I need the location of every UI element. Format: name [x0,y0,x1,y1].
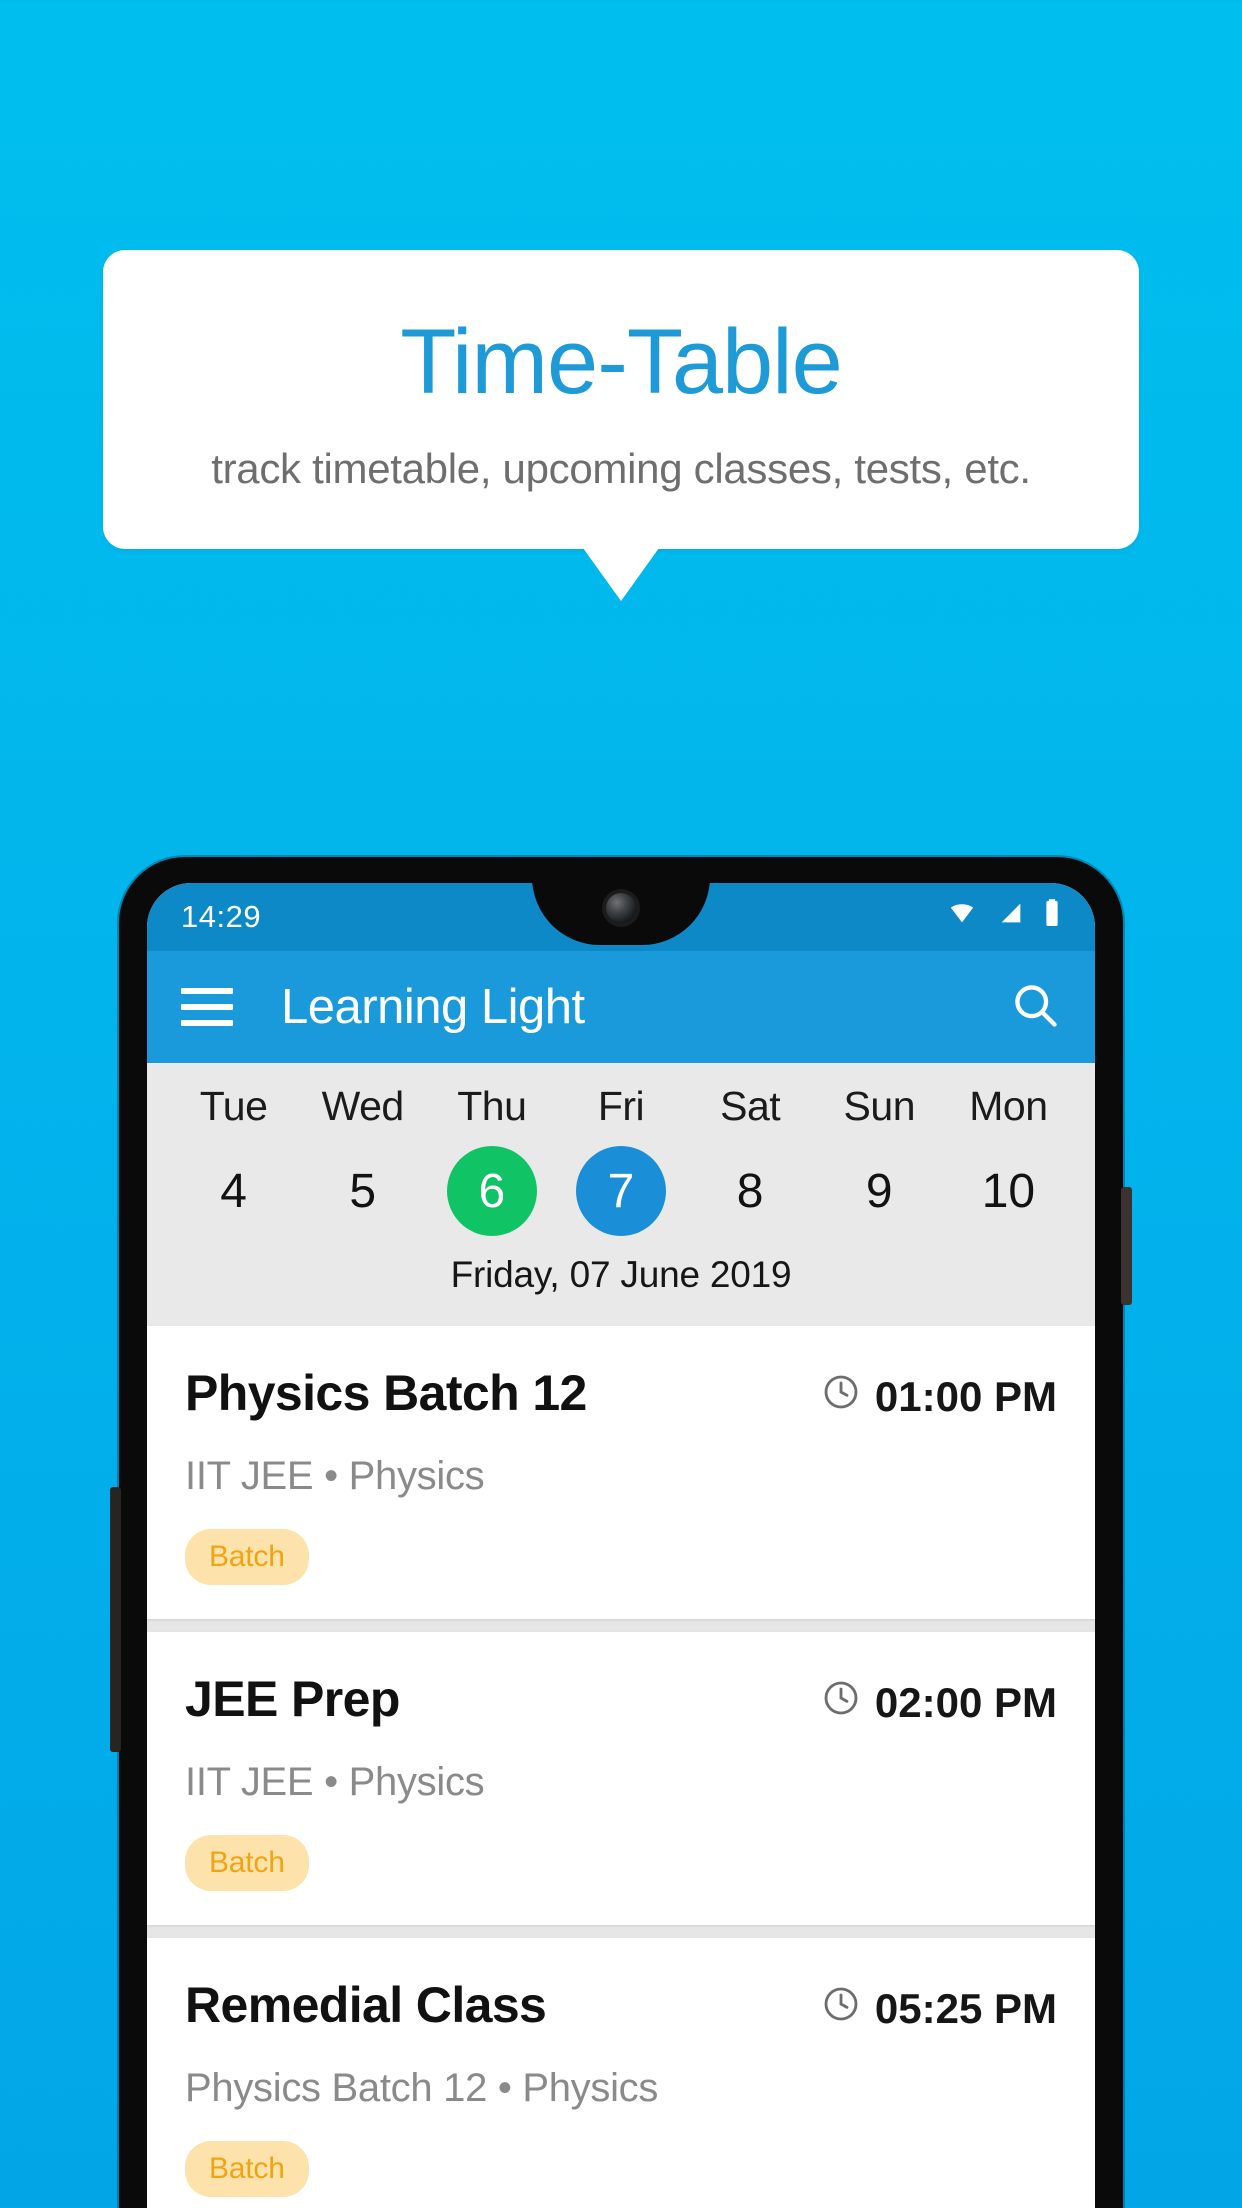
battery-icon [1043,898,1061,936]
wifi-icon [945,899,979,935]
class-subtitle: IIT JEE • Physics [185,1760,485,1804]
day-number: 7 [607,1164,635,1218]
status-badge: Batch [185,2141,309,2197]
day-name: Sun [843,1083,916,1129]
class-card-header: Physics Batch 12 01:00 PM [185,1366,1057,1422]
status-bar-icons [945,898,1061,936]
camera-notch [532,883,710,945]
class-list: Physics Batch 12 01:00 PM IIT JEE • Phys… [147,1326,1095,2208]
day-number: 10 [981,1164,1036,1218]
bubble-tail-icon [583,547,659,601]
class-title: Physics Batch 12 [185,1365,587,1421]
phone-mockup: 14:29 Learning Light Tue 4 Wed 5 Thu 6 F… [110,857,1132,2208]
search-icon[interactable] [1009,979,1061,1036]
day-number: 4 [220,1164,247,1218]
clock-icon [821,1678,861,1728]
status-badge: Batch [185,1529,309,1585]
class-card-header: Remedial Class 05:25 PM [185,1978,1057,2034]
day-number-badge: 4 [189,1146,279,1236]
day-number-badge: 10 [963,1146,1053,1236]
class-time: 05:25 PM [821,1978,1057,2034]
class-time-text: 02:00 PM [874,1679,1057,1726]
list-item[interactable]: JEE Prep 02:00 PM IIT JEE • Physics Batc… [147,1632,1095,1925]
day-number-badge: 5 [318,1146,408,1236]
promo-bubble: Time-Table track timetable, upcoming cla… [103,250,1139,601]
day-number-badge-today: 6 [446,1146,537,1236]
day-name: Sat [720,1083,781,1129]
day-cell-wed[interactable]: Wed 5 [298,1083,427,1236]
app-title: Learning Light [281,980,585,1034]
day-number: 8 [736,1164,764,1218]
class-time-text: 05:25 PM [874,1985,1057,2032]
class-time-text: 01:00 PM [874,1373,1057,1420]
day-name: Thu [457,1083,527,1129]
day-cell-thu[interactable]: Thu 6 [427,1083,556,1236]
app-bar: Learning Light [147,951,1095,1063]
status-bar: 14:29 [147,883,1095,951]
class-time: 02:00 PM [821,1672,1057,1728]
class-title: Remedial Class [185,1977,547,2033]
phone-screen: 14:29 Learning Light Tue 4 Wed 5 Thu 6 F… [147,883,1095,2208]
day-number: 5 [349,1164,377,1218]
clock-icon [821,1372,861,1422]
day-name: Wed [321,1083,405,1129]
class-subtitle: Physics Batch 12 • Physics [185,2066,659,2110]
class-title: JEE Prep [185,1671,400,1727]
day-name: Fri [597,1083,645,1129]
date-strip: Tue 4 Wed 5 Thu 6 Fri 7 Sat 8 Sun 9 Mon … [147,1063,1095,1326]
status-badge: Batch [185,1835,309,1891]
list-item[interactable]: Physics Batch 12 01:00 PM IIT JEE • Phys… [147,1326,1095,1619]
day-selector: Tue 4 Wed 5 Thu 6 Fri 7 Sat 8 Sun 9 Mon … [147,1083,1095,1236]
day-cell-tue[interactable]: Tue 4 [169,1083,298,1236]
day-number-badge: 9 [834,1146,924,1236]
front-camera-icon [606,893,636,923]
day-name: Mon [969,1083,1048,1129]
class-subtitle: IIT JEE • Physics [185,1454,485,1498]
day-number-badge: 8 [705,1146,795,1236]
day-cell-sat[interactable]: Sat 8 [686,1083,815,1236]
volume-button[interactable] [110,1487,121,1752]
clock-icon [821,1984,861,2034]
class-time: 01:00 PM [821,1366,1057,1422]
day-number: 9 [865,1164,893,1218]
day-name: Tue [199,1083,268,1129]
list-item[interactable]: Remedial Class 05:25 PM Physics Batch 12… [147,1938,1095,2208]
day-number: 6 [478,1164,506,1218]
day-cell-sun[interactable]: Sun 9 [815,1083,944,1236]
page-title: Time-Table [400,311,843,413]
power-button[interactable] [1121,1187,1132,1305]
signal-icon [996,899,1026,935]
status-bar-clock: 14:29 [181,899,262,934]
hamburger-menu-icon[interactable] [181,988,233,1026]
day-cell-fri[interactable]: Fri 7 [556,1083,685,1236]
page-subtitle: track timetable, upcoming classes, tests… [211,444,1031,492]
promo-bubble-body: Time-Table track timetable, upcoming cla… [103,250,1139,549]
selected-date-label: Friday, 07 June 2019 [450,1254,792,1295]
day-cell-mon[interactable]: Mon 10 [944,1083,1073,1236]
day-number-badge-selected: 7 [575,1146,666,1236]
class-card-header: JEE Prep 02:00 PM [185,1672,1057,1728]
